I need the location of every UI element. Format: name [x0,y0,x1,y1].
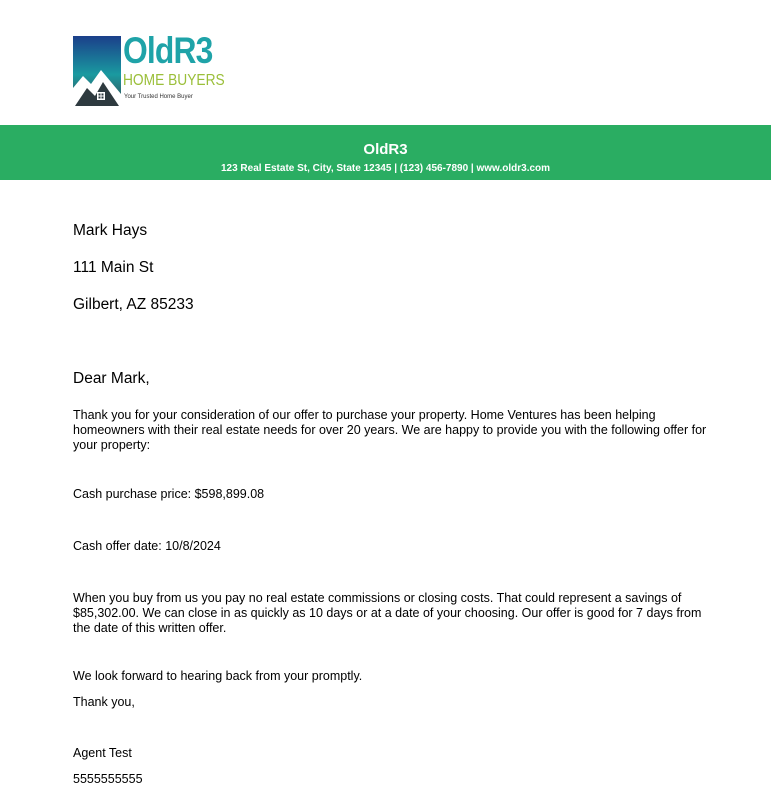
house-logo-icon [73,36,121,106]
logo-tagline: Your Trusted Home Buyer [124,94,193,100]
sign-off: Thank you, [73,695,135,709]
agent-name: Agent Test [73,746,132,760]
cash-offer-date: Cash offer date: 10/8/2024 [73,539,221,553]
logo-name: OldR3 [123,30,213,71]
recipient-name: Mark Hays [73,222,148,239]
closing-line: We look forward to hearing back from you… [73,669,363,683]
cash-purchase-price: Cash purchase price: $598,899.08 [73,487,265,501]
recipient-street: 111 Main St [73,259,154,276]
header-banner: OldR3 123 Real Estate St, City, State 12… [0,125,771,180]
logo-subtitle: HOME BUYERS [123,72,225,89]
agent-phone: 5555555555 [73,772,143,786]
company-logo: OldR3 HOME BUYERS Your Trusted Home Buye… [73,30,225,108]
company-contact-line: 123 Real Estate St, City, State 12345 | … [220,163,551,174]
body-paragraph: When you buy from us you pay no real est… [73,591,702,635]
intro-paragraph: Thank you for your consideration of our … [73,408,707,452]
company-name: OldR3 [363,141,408,158]
recipient-city-state-zip: Gilbert, AZ 85233 [73,296,194,313]
salutation: Dear Mark, [73,370,150,387]
